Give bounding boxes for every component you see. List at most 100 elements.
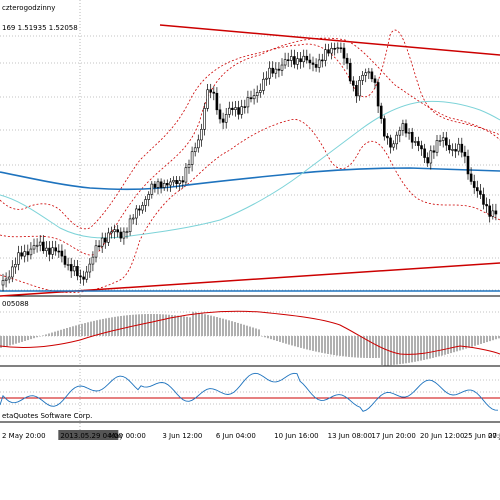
candle-body: [187, 164, 191, 169]
macd-histogram-bar: [39, 336, 41, 337]
macd-histogram-bar: [390, 336, 392, 366]
macd-histogram-bar: [120, 315, 122, 336]
candle-body: [172, 180, 175, 183]
macd-histogram-bar: [210, 315, 212, 336]
macd-histogram-bar: [195, 312, 197, 336]
macd-histogram-bar: [204, 314, 206, 336]
macd-histogram-bar: [297, 336, 299, 348]
candle-body: [426, 157, 430, 164]
macd-histogram-bar: [441, 336, 443, 356]
macd-histogram-bar: [93, 320, 95, 336]
candle-body: [355, 85, 358, 97]
x-tick-label: 6 Jun 04:00: [216, 432, 256, 440]
candle-body: [218, 109, 222, 120]
macd-histogram-bar: [63, 328, 65, 336]
candle-body: [460, 143, 464, 153]
macd-histogram-bar: [180, 315, 182, 336]
macd-histogram-bar: [123, 315, 125, 336]
candle-body: [221, 118, 225, 123]
macd-histogram-bar: [423, 336, 425, 360]
candle-body: [150, 183, 154, 195]
macd-histogram-bar: [312, 336, 314, 351]
macd-histogram-bar: [495, 336, 497, 340]
macd-histogram-bar: [273, 336, 275, 341]
macd-histogram-bar: [33, 336, 35, 339]
candle-body: [85, 271, 88, 280]
macd-histogram-bar: [216, 317, 218, 336]
candle-body: [289, 56, 293, 61]
macd-histogram-bar: [72, 326, 74, 336]
macd-histogram-bar: [330, 336, 332, 355]
macd-histogram-bar: [147, 314, 149, 336]
macd-histogram-bar: [336, 336, 338, 356]
candle-body: [107, 232, 110, 243]
macd-histogram-bar: [327, 336, 329, 355]
candle-body: [299, 58, 302, 63]
candle-body: [454, 149, 457, 152]
candle-body: [69, 264, 73, 272]
candle-body: [243, 106, 247, 108]
macd-histogram-bar: [156, 314, 158, 336]
macd-histogram-bar: [405, 336, 407, 364]
candle-body: [482, 194, 485, 205]
macd-histogram-bar: [429, 336, 431, 359]
macd-histogram-bar: [402, 336, 404, 364]
candle-body: [432, 150, 436, 153]
macd-histogram-bar: [468, 336, 470, 348]
x-tick-label: 17 Jun 20:00: [371, 432, 415, 440]
macd-histogram-bar: [459, 336, 461, 351]
candle-body: [119, 231, 123, 239]
macd-histogram-bar: [249, 326, 251, 336]
candle-body: [79, 275, 82, 278]
macd-histogram-bar: [48, 333, 50, 336]
moving-average-long: [0, 167, 500, 191]
candle-body: [488, 205, 492, 217]
candle-body: [17, 252, 20, 265]
candle-body: [153, 183, 157, 188]
candle-body: [258, 90, 262, 93]
candle-body: [128, 218, 132, 232]
macd-histogram-bar: [435, 336, 437, 358]
candle-body: [448, 144, 451, 151]
candle-body: [228, 107, 231, 115]
macd-histogram-bar: [342, 336, 344, 357]
macd-histogram-bar: [141, 314, 143, 336]
candle-body: [444, 137, 448, 146]
macd-histogram-bar: [51, 332, 53, 336]
candle-body: [60, 250, 64, 257]
macd-histogram-bar: [450, 336, 452, 354]
candle-body: [339, 47, 343, 50]
macd-histogram-bar: [483, 336, 485, 344]
macd-histogram-bar: [12, 336, 14, 345]
candle-body: [255, 92, 259, 96]
candle-body: [190, 151, 194, 165]
macd-histogram-bar: [36, 336, 38, 338]
candle-body: [280, 64, 284, 71]
candle-body: [351, 80, 355, 86]
candle-body: [475, 187, 479, 192]
candle-body: [88, 263, 92, 273]
trendline-resistance: [159, 24, 500, 56]
candle-body: [131, 217, 135, 220]
candle-body: [401, 123, 405, 131]
candle-body: [116, 229, 119, 233]
price-chart[interactable]: czterogodzinny 169 1.51935 1.52058 005088 e…: [0, 0, 500, 500]
macd-histogram-bar: [243, 324, 245, 336]
macd-histogram-bar: [219, 317, 221, 336]
macd-histogram-bar: [345, 336, 347, 357]
macd-histogram-bar: [15, 336, 17, 344]
candle-body: [404, 123, 408, 134]
candle-body: [156, 181, 160, 188]
candle-body: [14, 264, 17, 268]
macd-histogram-bar: [261, 336, 263, 337]
macd-histogram-bar: [165, 314, 167, 336]
candle-body: [175, 180, 178, 185]
candle-body: [203, 108, 206, 130]
candle-body: [364, 72, 368, 76]
candle-body: [370, 71, 374, 80]
macd-histogram-bar: [255, 328, 257, 336]
candle-body: [100, 237, 104, 247]
candle-body: [268, 67, 271, 79]
macd-histogram-bar: [207, 314, 209, 336]
candle-body: [438, 140, 442, 142]
